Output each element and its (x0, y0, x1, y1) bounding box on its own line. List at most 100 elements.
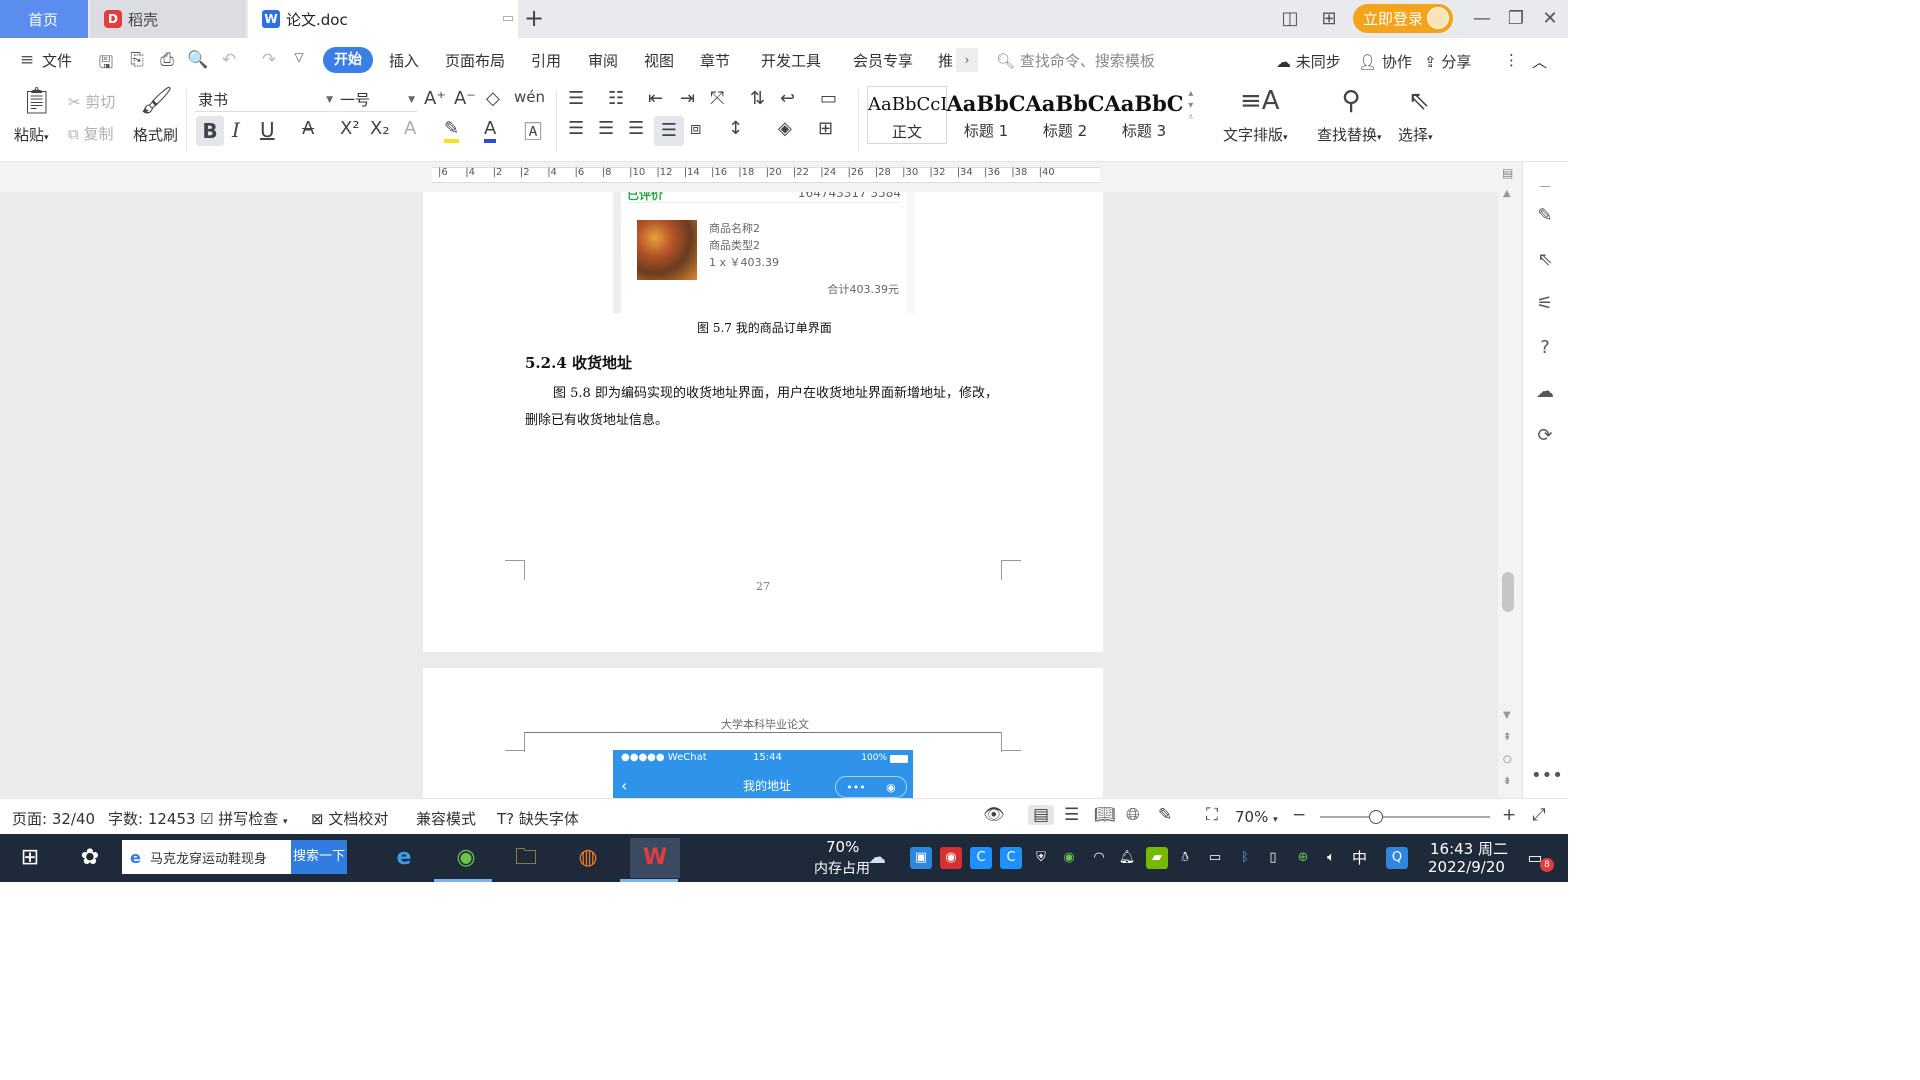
proofread-button[interactable]: ⊠ 文档校对 (311, 808, 388, 829)
prev-page-icon[interactable]: ⇞ (1503, 732, 1511, 743)
borders-icon[interactable]: ⊞ (818, 118, 833, 139)
doc-map-icon[interactable]: ▤ (1502, 166, 1513, 180)
superscript-icon[interactable]: X² (340, 118, 360, 139)
sort-icon[interactable]: ⇅ (750, 88, 765, 109)
backup-icon[interactable]: ⟳ (1531, 422, 1559, 450)
reading-view-icon[interactable]: 📖︎ (1094, 805, 1116, 825)
page-view-icon[interactable]: ▤ (1028, 805, 1054, 825)
pen-icon[interactable]: ✎ (1531, 202, 1559, 230)
clock-date[interactable]: 2022/9/20 (1428, 858, 1505, 876)
zoom-in-icon[interactable]: + (1502, 805, 1516, 825)
menu-reference[interactable]: 引用 (531, 50, 561, 71)
font-family-select[interactable]: 隶书 ▼ (195, 88, 335, 112)
pinyin-guide-icon[interactable]: wén (514, 88, 545, 106)
clear-format-icon[interactable]: ◇ (486, 88, 500, 109)
nvidia-icon[interactable]: ▰ (1146, 847, 1168, 869)
hamburger-icon[interactable]: ≡ (16, 50, 38, 70)
styles-scroll-icon[interactable]: ▴ ▾ ⩡ (1188, 88, 1194, 124)
magnifier-icon[interactable]: ⚲ (1334, 86, 1368, 116)
cursor-icon[interactable]: ⇖ (1404, 86, 1434, 116)
sliders-icon[interactable]: ⚟ (1531, 290, 1559, 318)
help-icon[interactable]: ? (1531, 334, 1559, 362)
ime-indicator[interactable]: 中 (1352, 847, 1367, 868)
export-pdf-icon[interactable]: ⎘ (126, 50, 148, 70)
customize-quick-access-icon[interactable]: ▽ (288, 50, 310, 64)
zoom-slider[interactable] (1320, 810, 1490, 824)
shading-icon[interactable]: ◈ (778, 118, 792, 139)
cloud-doc-icon[interactable]: ☁ (1531, 378, 1559, 406)
decrease-indent-icon[interactable]: ⇤ (648, 88, 663, 109)
text-layout-icon[interactable]: ≡A (1240, 86, 1280, 116)
bold-icon[interactable]: B (196, 116, 224, 146)
show-marks-icon[interactable]: ↩ (780, 88, 795, 109)
tray-app-icon[interactable]: ▣ (910, 847, 932, 869)
ruler-toggle-icon[interactable]: ▭ (820, 88, 837, 109)
scrollbar-thumb[interactable] (1502, 572, 1514, 612)
layout-icon[interactable]: ◫ (1276, 6, 1304, 32)
tray-app-icon[interactable]: ◉ (940, 847, 962, 869)
clock-time[interactable]: 16:43 周二 (1430, 838, 1508, 859)
web-view-icon[interactable]: 🌐︎ (1126, 805, 1140, 825)
justify-icon[interactable]: ☰ (654, 116, 684, 146)
menu-more-icon[interactable]: › (956, 48, 978, 72)
menu-start[interactable]: 开始 (323, 47, 373, 73)
memory-percent[interactable]: 70% (826, 838, 859, 856)
document-page[interactable]: 大学本科毕业论文 ●●●●● WeChat 15:44 100% ‹ 我的地址 … (423, 668, 1103, 798)
scroll-up-icon[interactable]: ▲ (1503, 188, 1511, 199)
more-options-icon[interactable]: ⋮ (1504, 51, 1519, 69)
paste-button[interactable]: 粘贴▾ (14, 124, 49, 145)
zoom-select[interactable]: 70% ▾ (1235, 808, 1278, 826)
spell-check-button[interactable]: ☑ 拼写检查 ▾ (200, 808, 288, 829)
tray-app-icon[interactable]: C (970, 847, 992, 869)
restore-button[interactable]: ❐ (1502, 6, 1530, 32)
collapse-sidebar-icon[interactable]: — (1531, 172, 1559, 200)
browser-360-icon[interactable]: ◉ (448, 842, 484, 874)
subscript-icon[interactable]: X₂ (370, 118, 390, 139)
compat-mode[interactable]: 兼容模式 (416, 808, 476, 829)
new-tab-button[interactable]: + (522, 4, 546, 32)
tray-app-icon[interactable]: C (1000, 847, 1022, 869)
usb-icon[interactable]: ▯ (1262, 847, 1284, 869)
style-heading-3[interactable]: AaBbC 标题 3 (1104, 86, 1184, 144)
menu-chapter[interactable]: 章节 (700, 50, 730, 71)
tab-home[interactable]: 首页 (0, 0, 88, 38)
collaborate-button[interactable]: 👤︎ 协作 (1358, 51, 1412, 72)
bullet-list-icon[interactable]: ☰ (568, 88, 584, 109)
horizontal-ruler[interactable]: |6 |4 |2 |2 |4 |6 |8 |10 |12 |14 |16 |18 |20 |22 |24 |2… (0, 162, 1522, 192)
taskbar-search-box[interactable]: e 马克龙穿运动鞋现身 搜索一下 (122, 840, 347, 874)
char-border-icon[interactable]: 🄰 (524, 118, 542, 144)
style-heading-1[interactable]: AaBbC 标题 1 (946, 86, 1026, 144)
menu-developer[interactable]: 开发工具 (761, 50, 821, 71)
sync-button[interactable]: ☁ 未同步 (1276, 51, 1341, 72)
format-painter-button[interactable]: 格式刷 (133, 124, 178, 145)
file-explorer-icon[interactable]: 🗀 (508, 842, 544, 874)
wifi-icon[interactable]: ◠ (1088, 847, 1110, 869)
internet-explorer-icon[interactable]: e (386, 842, 422, 874)
italic-icon[interactable]: I (232, 118, 240, 142)
minimize-button[interactable]: — (1468, 6, 1496, 32)
outline-view-icon[interactable]: ☰ (1064, 805, 1079, 825)
menu-member[interactable]: 会员专享 (853, 50, 913, 71)
font-size-select[interactable]: 一号 ▼ (337, 88, 417, 112)
paste-icon[interactable]: 📋︎ (20, 86, 53, 116)
vertical-scrollbar[interactable]: ▤ ▲ ▼ ⇞ ○ ⇟ (1498, 162, 1522, 798)
align-left-icon[interactable]: ☰ (568, 118, 584, 139)
weather-icon[interactable]: ☁ (866, 847, 888, 869)
pinwheel-app-icon[interactable]: ✿ (72, 842, 108, 874)
search-tray-icon[interactable]: Q (1386, 847, 1408, 869)
zoom-out-icon[interactable]: − (1292, 805, 1306, 825)
menu-file[interactable]: 文件 (42, 50, 72, 71)
underline-icon[interactable]: U (260, 118, 275, 142)
bluetooth-icon[interactable]: ᛒ (1234, 847, 1256, 869)
chinese-layout-icon[interactable]: ⤧ (710, 88, 724, 109)
font-color-icon[interactable]: A (484, 118, 497, 143)
qq-icon[interactable]: 🐧︎ (1174, 847, 1196, 869)
tab-document[interactable]: W 论文.doc ▭ (248, 0, 518, 38)
share-button[interactable]: ⇪ 分享 (1424, 51, 1471, 72)
highlight-icon[interactable]: ✎ (444, 118, 460, 143)
menu-view[interactable]: 视图 (644, 50, 674, 71)
login-button[interactable]: 立即登录 (1353, 4, 1453, 33)
print-icon[interactable]: ⎙ (156, 50, 178, 70)
more-icon[interactable]: ••• (1531, 762, 1563, 790)
menu-review[interactable]: 审阅 (588, 50, 618, 71)
